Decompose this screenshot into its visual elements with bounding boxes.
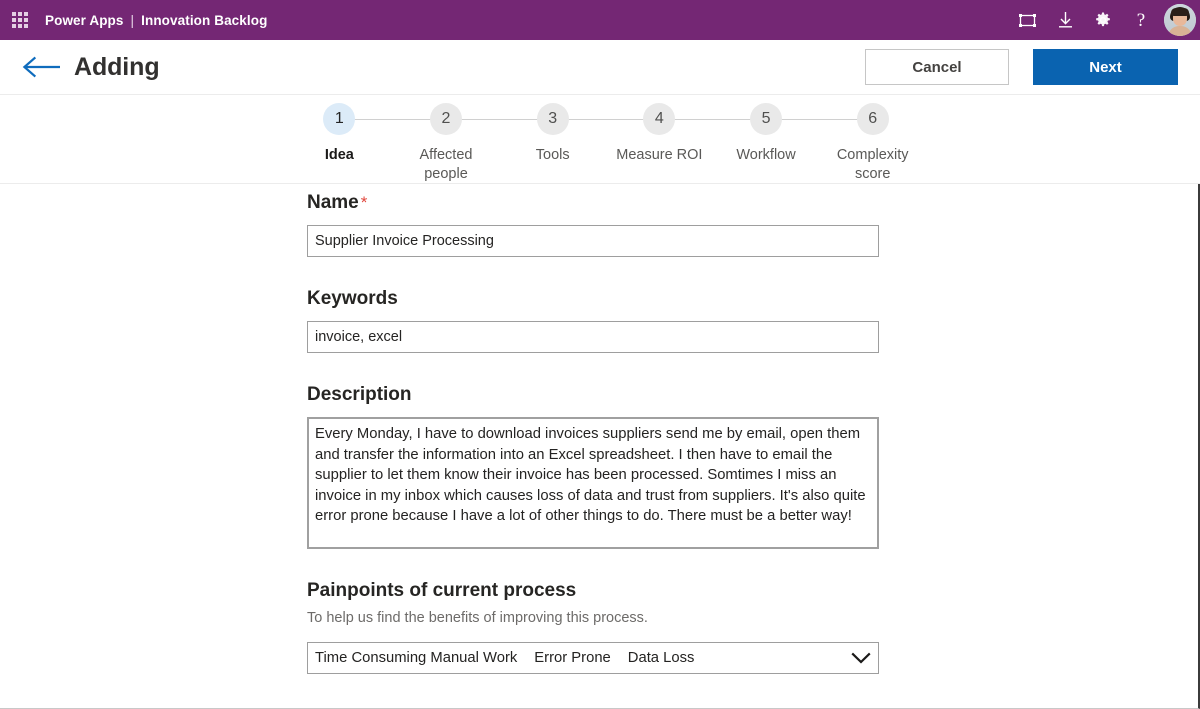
environment-name-label: Innovation Backlog — [141, 13, 267, 28]
waffle-grid — [12, 12, 28, 28]
help-question-icon[interactable]: ? — [1122, 0, 1160, 40]
suite-actions: ? — [1008, 0, 1200, 40]
avatar-image — [1164, 4, 1196, 36]
step-label: Idea — [325, 146, 354, 165]
step-number-badge: 4 — [643, 103, 675, 135]
command-header: Adding Cancel Next — [0, 40, 1200, 95]
painpoint-chip: Time Consuming Manual Work — [315, 650, 517, 666]
painpoints-label: Painpoints of current process — [307, 578, 879, 604]
download-icon[interactable] — [1046, 0, 1084, 40]
keywords-label: Keywords — [307, 286, 879, 312]
wizard-step-5[interactable]: 5 Workflow — [713, 103, 820, 184]
step-label: Workflow — [736, 146, 795, 165]
suite-header-bar: Power Apps | Innovation Backlog — [0, 0, 1200, 40]
name-label: Name* — [307, 190, 879, 216]
command-actions: Cancel Next — [865, 49, 1178, 85]
wizard-stepper: 1 Idea 2 Affected people 3 Tools 4 Measu… — [286, 103, 926, 184]
field-name: Name* — [307, 190, 879, 257]
wizard-step-3[interactable]: 3 Tools — [499, 103, 606, 184]
next-button[interactable]: Next — [1033, 49, 1178, 85]
brand-title: Power Apps | Innovation Backlog — [45, 13, 267, 28]
painpoints-selected-values: Time Consuming Manual Work Error Prone D… — [315, 650, 694, 666]
painpoints-hint: To help us find the benefits of improvin… — [307, 608, 879, 628]
painpoint-chip: Data Loss — [628, 650, 695, 666]
wizard-step-2[interactable]: 2 Affected people — [393, 103, 500, 184]
wizard-step-4[interactable]: 4 Measure ROI — [606, 103, 713, 184]
step-number-badge: 3 — [537, 103, 569, 135]
step-label: Affected people — [396, 146, 496, 184]
step-label: Complexity score — [823, 146, 923, 184]
name-input[interactable] — [307, 225, 879, 257]
field-keywords: Keywords — [307, 286, 879, 353]
step-label: Measure ROI — [616, 146, 702, 165]
app-launcher-waffle-icon[interactable] — [0, 0, 40, 40]
wizard-stepper-region: 1 Idea 2 Affected people 3 Tools 4 Measu… — [0, 95, 1200, 184]
name-label-text: Name — [307, 192, 359, 213]
keywords-input[interactable] — [307, 321, 879, 353]
description-label: Description — [307, 382, 879, 408]
wizard-step-1[interactable]: 1 Idea — [286, 103, 393, 184]
step-number-badge: 6 — [857, 103, 889, 135]
step-number-badge: 1 — [323, 103, 355, 135]
field-description: Description — [307, 382, 879, 549]
fullscreen-icon[interactable] — [1008, 0, 1046, 40]
back-arrow-icon[interactable] — [16, 45, 68, 89]
app-name-label: Power Apps — [45, 13, 124, 28]
avatar[interactable] — [1160, 0, 1200, 40]
step-number-badge: 5 — [750, 103, 782, 135]
app-window: Power Apps | Innovation Backlog — [0, 0, 1200, 709]
idea-form: Name* Keywords Description Painpoints of… — [307, 190, 879, 674]
chevron-down-icon[interactable] — [848, 645, 874, 671]
cancel-button[interactable]: Cancel — [865, 49, 1009, 85]
gear-icon[interactable] — [1084, 0, 1122, 40]
brand-separator: | — [131, 13, 135, 28]
required-asterisk: * — [361, 193, 368, 212]
step-label: Tools — [536, 146, 570, 165]
painpoints-dropdown[interactable]: Time Consuming Manual Work Error Prone D… — [307, 642, 879, 674]
painpoint-chip: Error Prone — [534, 650, 610, 666]
wizard-step-6[interactable]: 6 Complexity score — [819, 103, 926, 184]
step-number-badge: 2 — [430, 103, 462, 135]
description-textarea[interactable] — [307, 417, 879, 549]
field-painpoints: Painpoints of current process To help us… — [307, 578, 879, 674]
help-glyph: ? — [1137, 11, 1145, 30]
page-title: Adding — [74, 53, 159, 82]
